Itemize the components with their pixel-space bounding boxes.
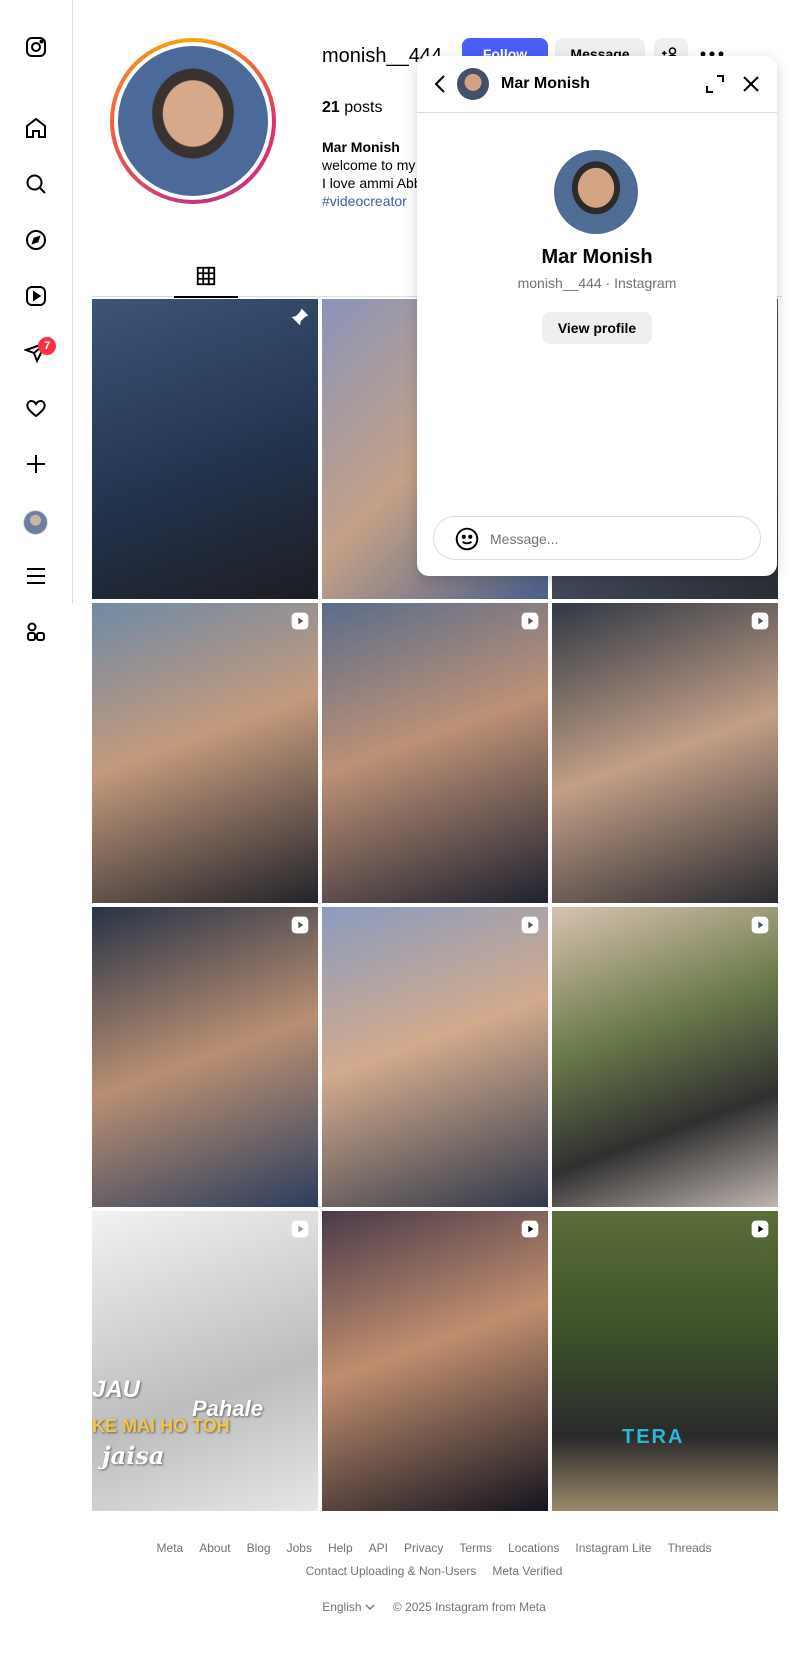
reel-icon xyxy=(521,916,539,934)
post-tile[interactable] xyxy=(92,907,318,1207)
posts-count-label: posts xyxy=(344,99,383,116)
tile-overlay-text: KE MAI HO TOH xyxy=(92,1416,230,1436)
language-label: English xyxy=(322,1600,362,1614)
footer-bottom: English © 2025 Instagram from Meta xyxy=(92,1600,776,1614)
copyright: © 2025 Instagram from Meta xyxy=(392,1600,546,1614)
post-tile[interactable] xyxy=(92,299,318,599)
footer-link[interactable]: Blog xyxy=(247,1541,271,1555)
footer-link[interactable]: Locations xyxy=(508,1541,559,1555)
footer-link[interactable]: Threads xyxy=(667,1541,711,1555)
threads-apps-icon[interactable] xyxy=(23,619,49,645)
post-tile[interactable] xyxy=(92,603,318,903)
sidebar-nav: 7 xyxy=(0,0,73,641)
reel-icon xyxy=(751,1220,769,1238)
reel-icon xyxy=(291,612,309,630)
post-tile[interactable]: JAU Pahale KE MAI HO TOH jaisa xyxy=(92,1211,318,1511)
post-tile[interactable]: TERA xyxy=(552,1211,778,1511)
instagram-logo-icon[interactable] xyxy=(23,34,49,60)
bio-line: welcome to my xyxy=(322,157,416,173)
profile-icon[interactable] xyxy=(23,510,48,535)
footer-link[interactable]: Contact Uploading & Non-Users xyxy=(306,1564,477,1578)
bio-line: I love ammi Abb xyxy=(322,175,422,191)
pin-icon xyxy=(291,308,309,326)
chat-header: Mar Monish xyxy=(417,56,777,113)
expand-icon[interactable] xyxy=(703,72,727,96)
chat-message-box xyxy=(433,516,761,560)
footer-link[interactable]: About xyxy=(199,1541,230,1555)
tab-posts-grid[interactable] xyxy=(174,256,238,298)
view-profile-button[interactable]: View profile xyxy=(542,312,652,344)
reels-icon[interactable] xyxy=(23,283,49,309)
reel-icon xyxy=(291,916,309,934)
search-icon[interactable] xyxy=(23,171,49,197)
post-tile[interactable] xyxy=(322,907,548,1207)
chat-profile-subtitle: monish__444 · Instagram xyxy=(517,275,677,291)
tile-overlay-text: jaisa xyxy=(102,1441,165,1470)
home-icon[interactable] xyxy=(23,115,49,141)
footer-link[interactable]: Instagram Lite xyxy=(575,1541,651,1555)
chevron-down-icon xyxy=(365,1604,375,1610)
grid-icon xyxy=(196,266,216,286)
reel-icon xyxy=(751,916,769,934)
bio-hashtag-link[interactable]: #videocreator xyxy=(322,193,407,209)
post-tile[interactable] xyxy=(322,1211,548,1511)
explore-icon[interactable] xyxy=(23,227,49,253)
emoji-icon[interactable] xyxy=(454,526,480,552)
chat-profile-name: Mar Monish xyxy=(541,246,653,268)
profile-avatar[interactable] xyxy=(110,38,276,204)
message-input[interactable] xyxy=(490,528,740,550)
reel-icon xyxy=(291,1220,309,1238)
language-selector[interactable]: English xyxy=(322,1600,375,1614)
post-tile[interactable] xyxy=(552,603,778,903)
footer-link[interactable]: API xyxy=(369,1541,388,1555)
footer-link[interactable]: Privacy xyxy=(404,1541,443,1555)
tile-overlay-text: TERA xyxy=(622,1426,685,1448)
reel-icon xyxy=(751,612,769,630)
footer-link[interactable]: Meta Verified xyxy=(492,1564,562,1578)
reel-icon xyxy=(521,1220,539,1238)
messages-badge: 7 xyxy=(38,337,56,355)
back-arrow-icon[interactable] xyxy=(429,72,453,96)
footer-link[interactable]: Jobs xyxy=(287,1541,312,1555)
footer-links-row2: Contact Uploading & Non-Users Meta Verif… xyxy=(92,1564,776,1578)
tile-overlay-text: JAU xyxy=(92,1376,141,1403)
footer-link[interactable]: Help xyxy=(328,1541,353,1555)
reel-icon xyxy=(521,612,539,630)
chat-panel: Mar Monish Mar Monish monish__444 · Inst… xyxy=(417,56,777,576)
create-icon[interactable] xyxy=(23,451,49,477)
chat-header-name[interactable]: Mar Monish xyxy=(501,75,590,93)
footer-link[interactable]: Meta xyxy=(157,1541,184,1555)
post-tile[interactable] xyxy=(552,907,778,1207)
posts-count: 21 posts xyxy=(322,99,383,117)
bio-name: Mar Monish xyxy=(322,139,400,155)
close-icon[interactable] xyxy=(739,72,763,96)
notifications-icon[interactable] xyxy=(23,395,49,421)
chat-header-avatar[interactable] xyxy=(457,68,489,100)
chat-profile-avatar xyxy=(554,150,638,234)
post-tile[interactable] xyxy=(322,603,548,903)
more-menu-icon[interactable] xyxy=(23,563,49,589)
footer-link[interactable]: Terms xyxy=(459,1541,492,1555)
footer-links-row1: Meta About Blog Jobs Help API Privacy Te… xyxy=(92,1541,776,1555)
posts-count-number: 21 xyxy=(322,99,340,116)
